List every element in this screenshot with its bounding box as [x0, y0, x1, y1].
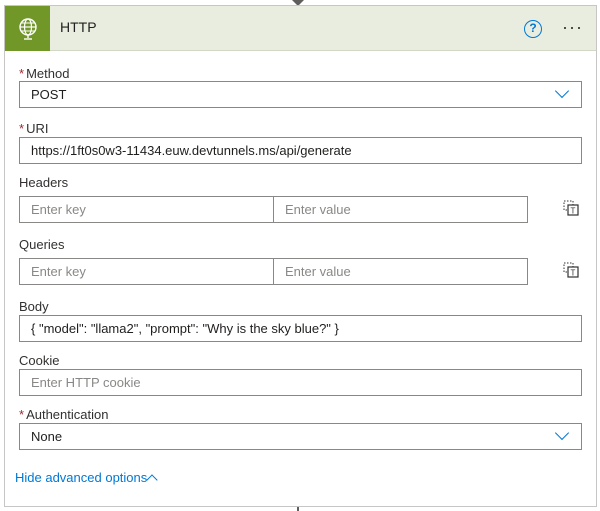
cookie-input[interactable]: Enter HTTP cookie [19, 369, 582, 396]
help-icon[interactable]: ? [524, 20, 542, 38]
switch-to-text-mode-icon[interactable]: T [563, 200, 579, 216]
http-action-card: HTTP ? ··· * Method POST * URI https://1ft… [4, 5, 597, 507]
required-mark: * [19, 407, 25, 422]
svg-text:T: T [571, 207, 576, 216]
globe-icon [5, 6, 50, 51]
authentication-dropdown[interactable]: None [19, 423, 582, 450]
body-input[interactable]: { "model": "llama2", "prompt": "Why is t… [19, 315, 582, 342]
authentication-value: None [31, 429, 63, 444]
headers-label: Headers [19, 175, 69, 190]
cookie-label: Cookie [19, 353, 60, 368]
method-label-text: Method [26, 66, 70, 81]
authentication-label-text: Authentication [26, 407, 109, 422]
uri-label-text: URI [26, 121, 49, 136]
authentication-label: * Authentication [19, 407, 108, 422]
uri-label: * URI [19, 121, 48, 136]
headers-key-input[interactable]: Enter key [19, 196, 274, 223]
switch-to-text-mode-icon[interactable]: T [563, 262, 579, 278]
method-value: POST [31, 87, 67, 102]
chevron-down-icon [554, 425, 570, 441]
more-options-icon[interactable]: ··· [562, 17, 583, 38]
body-label: Body [19, 299, 49, 314]
card-header[interactable]: HTTP ? ··· [5, 6, 596, 51]
card-title[interactable]: HTTP [60, 19, 97, 35]
hide-advanced-options-link[interactable]: Hide advanced options [15, 470, 147, 485]
required-mark: * [19, 121, 25, 136]
uri-input[interactable]: https://1ft0s0w3-11434.euw.devtunnels.ms… [19, 137, 582, 164]
required-mark: * [19, 66, 25, 81]
queries-label: Queries [19, 237, 65, 252]
queries-key-input[interactable]: Enter key [19, 258, 274, 285]
svg-text:T: T [571, 269, 576, 278]
method-dropdown[interactable]: POST [19, 81, 582, 108]
headers-value-input[interactable]: Enter value [273, 196, 528, 223]
chevron-up-icon[interactable] [146, 474, 158, 486]
method-label: * Method [19, 66, 69, 81]
queries-value-input[interactable]: Enter value [273, 258, 528, 285]
chevron-down-icon [554, 83, 570, 99]
